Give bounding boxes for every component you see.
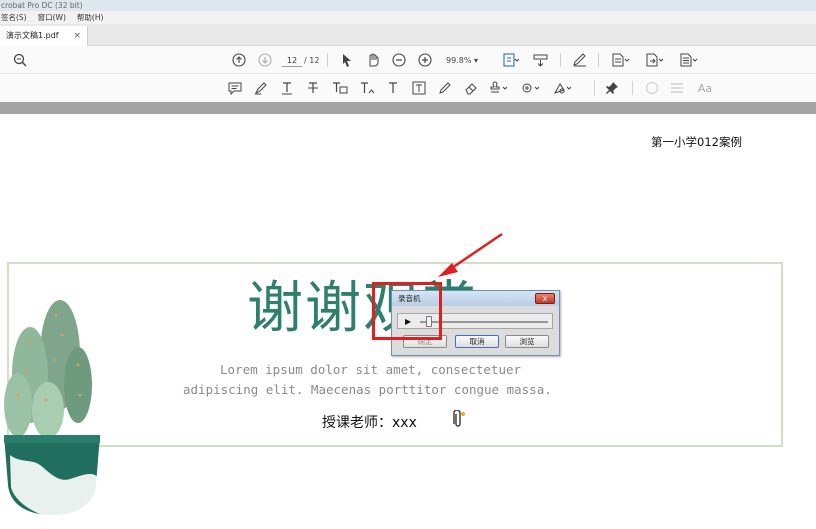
color-picker-icon[interactable]: [643, 74, 661, 102]
menu-item-window[interactable]: 窗口(W): [37, 11, 66, 24]
lorem-line-2: adipiscing elit. Maecenas porttitor cong…: [183, 382, 552, 397]
line-weight-icon[interactable]: [668, 74, 686, 102]
menu-item-sign[interactable]: 签名(S): [0, 11, 27, 24]
scroll-mode-icon[interactable]: [530, 46, 552, 74]
close-tab-icon[interactable]: ×: [73, 26, 81, 46]
search-icon[interactable]: [10, 46, 30, 74]
document-top-edge: [0, 102, 816, 114]
toolbar-divider: [560, 53, 561, 67]
attach-file-icon[interactable]: [520, 74, 544, 102]
teacher-label: 授课老师：xxx: [322, 415, 417, 431]
chevron-down-icon: ▾: [473, 56, 478, 65]
zoom-in-icon[interactable]: [416, 46, 434, 74]
drawing-tools-icon[interactable]: [552, 74, 576, 102]
strikethrough-text-icon[interactable]: [304, 74, 322, 102]
header-note: 第一小学012案例: [651, 135, 742, 149]
page-total: / 12: [304, 56, 320, 65]
eraser-icon[interactable]: [462, 74, 480, 102]
tab-bar: 演示文稿1.pdf ×: [0, 24, 816, 47]
cactus-illustration: [4, 300, 100, 517]
export-file-icon[interactable]: [642, 46, 668, 74]
add-text-icon[interactable]: [384, 74, 402, 102]
browse-button[interactable]: 浏览: [505, 335, 549, 348]
text-box-icon[interactable]: [410, 74, 428, 102]
close-dialog-button[interactable]: x: [535, 293, 555, 304]
sign-pen-icon[interactable]: [570, 46, 590, 74]
window-title: crobat Pro DC (32 bit): [0, 0, 816, 11]
zoom-level-select[interactable]: 99.8% ▾: [446, 54, 490, 67]
toolbar-divider: [594, 81, 595, 95]
lorem-line-1: Lorem ipsum dolor sit amet, consectetuer: [220, 362, 522, 377]
zoom-level-value: 99.8%: [446, 56, 472, 65]
replace-text-icon[interactable]: [330, 74, 350, 102]
next-page-icon[interactable]: [256, 46, 274, 74]
pencil-icon[interactable]: [436, 74, 454, 102]
save-file-icon[interactable]: [608, 46, 634, 74]
highlight-box: [372, 282, 442, 340]
previous-page-icon[interactable]: [230, 46, 248, 74]
callout-arrow: [438, 232, 503, 277]
document-tab-label: 演示文稿1.pdf: [6, 31, 59, 40]
document-options-icon[interactable]: [676, 46, 702, 74]
zoom-out-icon[interactable]: [390, 46, 408, 74]
toolbar-divider: [598, 53, 599, 67]
document-tab[interactable]: 演示文稿1.pdf ×: [0, 26, 88, 47]
toolbar-divider: [632, 81, 633, 95]
font-settings-button[interactable]: Aa: [694, 74, 716, 102]
sound-attachment-icon[interactable]: [450, 410, 466, 430]
comment-toolbar: Aa: [0, 74, 816, 102]
menu-item-help[interactable]: 帮助(H): [76, 11, 104, 24]
highlight-pen-icon[interactable]: [252, 74, 270, 102]
fit-page-icon[interactable]: [500, 46, 522, 74]
stamp-icon[interactable]: [488, 74, 512, 102]
page-number-input[interactable]: [282, 54, 302, 67]
cancel-button[interactable]: 取消: [455, 335, 499, 348]
main-toolbar: / 12 99.8% ▾: [0, 46, 816, 74]
select-cursor-icon[interactable]: [338, 46, 356, 74]
hand-tool-icon[interactable]: [364, 46, 382, 74]
pin-icon[interactable]: [603, 74, 621, 102]
underline-text-icon[interactable]: [278, 74, 296, 102]
sticky-note-icon[interactable]: [226, 74, 244, 102]
insert-text-icon[interactable]: [358, 74, 378, 102]
menu-bar: 签名(S) 窗口(W) 帮助(H): [0, 11, 816, 24]
toolbar-divider: [327, 53, 328, 67]
